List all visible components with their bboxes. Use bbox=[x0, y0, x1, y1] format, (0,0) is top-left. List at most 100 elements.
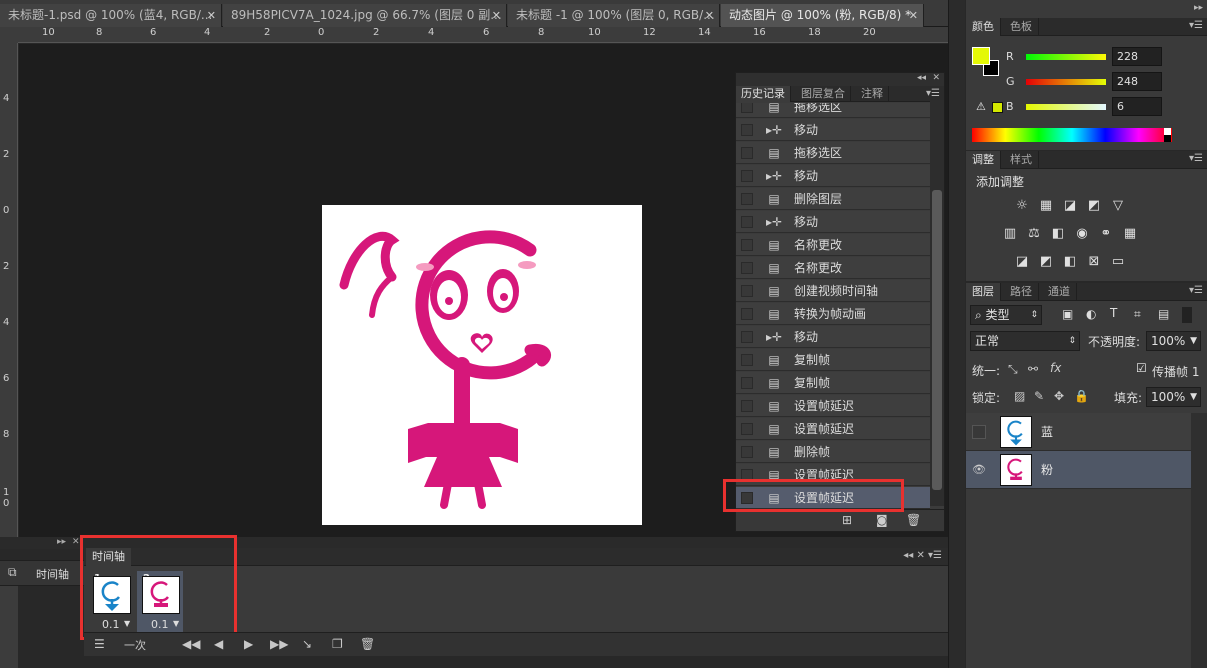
red-slider[interactable]: R 228 bbox=[1006, 47, 1206, 66]
brightness-icon[interactable]: ☼ bbox=[1014, 199, 1030, 213]
panel-menu-icon[interactable]: ▾☰ bbox=[926, 88, 940, 99]
green-value[interactable]: 248 bbox=[1112, 72, 1162, 91]
snapshot-source-box[interactable] bbox=[741, 103, 753, 113]
tween-icon[interactable]: ↘ bbox=[302, 637, 312, 651]
eye-icon[interactable]: 👁 bbox=[972, 463, 986, 477]
history-item[interactable]: ▤ 拖移选区 bbox=[736, 103, 930, 118]
snapshot-source-box[interactable] bbox=[741, 262, 753, 274]
history-item[interactable]: ▸✛ 移动 bbox=[736, 119, 930, 141]
layer-filter-select[interactable]: ⌕ 类型 ⇕ bbox=[970, 305, 1042, 325]
green-gradient[interactable] bbox=[1026, 79, 1106, 85]
blue-slider[interactable]: B 6 bbox=[1006, 97, 1206, 116]
tab-history[interactable]: 历史记录 bbox=[736, 86, 791, 102]
visibility-toggle[interactable] bbox=[972, 425, 986, 439]
snapshot-source-box[interactable] bbox=[741, 147, 753, 159]
snapshot-source-box[interactable] bbox=[741, 170, 753, 182]
trash-icon[interactable]: 🗑 bbox=[906, 513, 921, 527]
opacity-input[interactable]: 100% ▼ bbox=[1146, 331, 1201, 351]
expand-icon[interactable]: ▸▸ bbox=[57, 537, 66, 547]
panel-menu-icon[interactable]: ▾☰ bbox=[1189, 153, 1203, 164]
first-frame-icon[interactable]: ◀◀ bbox=[182, 637, 200, 651]
tab-untitled-2[interactable]: 未标题 -1 @ 100% (图层 0, RGB/... ✕ bbox=[508, 4, 720, 27]
snapshot-source-box[interactable] bbox=[741, 124, 753, 136]
invert-icon[interactable]: ◪ bbox=[1014, 255, 1030, 269]
gradient-map-icon[interactable]: ⊠ bbox=[1086, 255, 1102, 269]
snapshot-source-box[interactable] bbox=[741, 239, 753, 251]
snapshot-source-box[interactable] bbox=[741, 331, 753, 343]
exposure-icon[interactable]: ◩ bbox=[1086, 199, 1102, 213]
white-swatch[interactable] bbox=[1164, 128, 1171, 135]
history-item[interactable]: ▤ 创建视频时间轴 bbox=[736, 280, 930, 302]
loop-menu-icon[interactable]: ☰ bbox=[94, 637, 105, 651]
history-item[interactable]: ▤ 拖移选区 bbox=[736, 142, 930, 164]
foreground-swatch[interactable] bbox=[972, 47, 990, 65]
new-document-icon[interactable]: ⊞ bbox=[842, 513, 852, 527]
close-icon[interactable]: ✕ bbox=[705, 4, 714, 27]
snapshot-source-box[interactable] bbox=[741, 216, 753, 228]
lock-position-icon[interactable]: ✥ bbox=[1054, 389, 1064, 403]
close-icon[interactable]: ✕ bbox=[492, 4, 501, 27]
next-frame-icon[interactable]: ▶▶ bbox=[270, 637, 288, 651]
history-scroll-thumb[interactable] bbox=[932, 190, 942, 490]
history-item[interactable]: ▤ 复制帧 bbox=[736, 372, 930, 394]
close-icon[interactable]: ✕ bbox=[932, 73, 940, 83]
blue-gradient[interactable] bbox=[1026, 104, 1106, 110]
history-item[interactable]: ▤ 复制帧 bbox=[736, 349, 930, 371]
trash-icon[interactable]: 🗑 bbox=[360, 637, 375, 651]
history-item[interactable]: ▤ 名称更改 bbox=[736, 234, 930, 256]
layer-row-blue[interactable]: 蓝 bbox=[966, 413, 1191, 451]
snapshot-source-box[interactable] bbox=[741, 354, 753, 366]
prev-frame-icon[interactable]: ◀ bbox=[214, 637, 223, 651]
photo-filter-icon[interactable]: ◉ bbox=[1074, 227, 1090, 241]
tab-adjustments[interactable]: 调整 bbox=[966, 151, 1001, 169]
close-icon[interactable]: ✕ bbox=[909, 4, 918, 27]
snapshot-source-box[interactable] bbox=[741, 308, 753, 320]
collapse-icon[interactable]: ◂◂ bbox=[917, 73, 926, 83]
loop-select[interactable]: 一次 bbox=[124, 637, 146, 653]
color-balance-icon[interactable]: ⚖ bbox=[1026, 227, 1042, 241]
tab-layers[interactable]: 图层 bbox=[966, 283, 1001, 301]
timeline-side-tab[interactable]: ⧉ 时间轴 bbox=[0, 560, 84, 586]
lock-pixels-icon[interactable]: ✎ bbox=[1034, 389, 1044, 403]
color-spectrum[interactable] bbox=[972, 128, 1172, 142]
layer-row-pink[interactable]: 👁 粉 bbox=[966, 451, 1191, 489]
close-icon[interactable]: ✕ bbox=[72, 537, 80, 547]
history-item[interactable]: ▤ 设置帧延迟 bbox=[736, 395, 930, 417]
snapshot-source-box[interactable] bbox=[741, 423, 753, 435]
red-gradient[interactable] bbox=[1026, 54, 1106, 60]
tab-jpg[interactable]: 89H58PICV7A_1024.jpg @ 66.7% (图层 0 副... ✕ bbox=[223, 4, 507, 27]
red-value[interactable]: 228 bbox=[1112, 47, 1162, 66]
propagate-checkbox[interactable]: ☑ bbox=[1136, 361, 1147, 375]
tab-channels[interactable]: 通道 bbox=[1042, 283, 1077, 301]
tab-layer-comps[interactable]: 图层复合 bbox=[796, 86, 851, 102]
unify-position-icon[interactable]: ⤡ bbox=[1008, 362, 1018, 377]
layers-scrollbar[interactable] bbox=[1191, 413, 1207, 668]
panel-menu-icon[interactable]: ▾☰ bbox=[1189, 20, 1203, 31]
close-icon[interactable]: ✕ bbox=[207, 4, 216, 27]
blend-mode-select[interactable]: 正常 ⇕ bbox=[970, 331, 1080, 351]
panel-menu-icon[interactable]: ◂◂ ✕ ▾☰ bbox=[903, 550, 942, 561]
pixel-filter-icon[interactable]: ▣ bbox=[1062, 307, 1073, 321]
history-item[interactable]: ▸✛ 移动 bbox=[736, 211, 930, 233]
curves-icon[interactable]: ◪ bbox=[1062, 199, 1078, 213]
collapse-icon[interactable]: ▸▸ bbox=[1194, 3, 1203, 13]
shape-filter-icon[interactable]: ⌗ bbox=[1134, 307, 1141, 322]
history-item[interactable]: ▤ 转换为帧动画 bbox=[736, 303, 930, 325]
unify-visibility-icon[interactable]: ⚯ bbox=[1028, 362, 1038, 376]
adjustment-filter-icon[interactable]: ◐ bbox=[1086, 307, 1096, 321]
snapshot-source-box[interactable] bbox=[741, 446, 753, 458]
vibrance-icon[interactable]: ▽ bbox=[1110, 199, 1126, 213]
lock-all-icon[interactable]: 🔒 bbox=[1074, 389, 1089, 403]
type-filter-icon[interactable]: T bbox=[1110, 306, 1117, 320]
black-white-icon[interactable]: ◧ bbox=[1050, 227, 1066, 241]
gamut-swatch[interactable] bbox=[992, 102, 1003, 113]
threshold-icon[interactable]: ◧ bbox=[1062, 255, 1078, 269]
levels-icon[interactable]: ▦ bbox=[1038, 199, 1054, 213]
tab-untitled-psd[interactable]: 未标题-1.psd @ 100% (蓝4, RGB/... ✕ bbox=[0, 4, 222, 27]
unify-style-icon[interactable]: fx bbox=[1050, 361, 1061, 375]
history-item[interactable]: ▤ 删除帧 bbox=[736, 441, 930, 463]
posterize-icon[interactable]: ◩ bbox=[1038, 255, 1054, 269]
fill-input[interactable]: 100% ▼ bbox=[1146, 387, 1201, 407]
warning-icon[interactable]: ⚠ bbox=[976, 100, 986, 113]
smart-object-filter-icon[interactable]: ▤ bbox=[1158, 307, 1169, 321]
